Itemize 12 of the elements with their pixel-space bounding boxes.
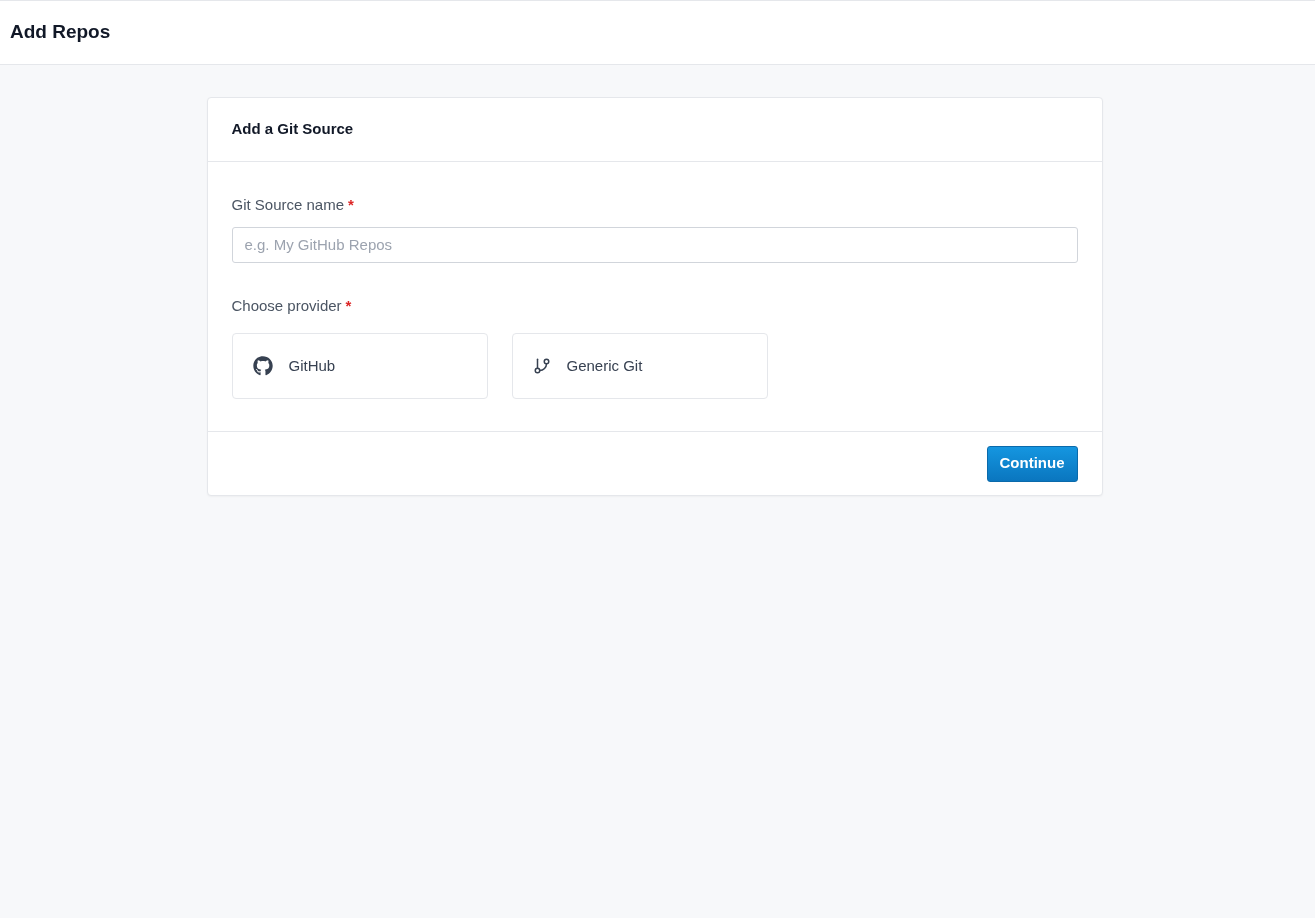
page-title: Add Repos	[10, 20, 111, 45]
provider-option[interactable]: Generic Git	[511, 333, 768, 399]
continue-button[interactable]: Continue	[986, 445, 1078, 482]
required-mark: *	[345, 295, 352, 316]
card-title: Add a Git Source	[231, 119, 354, 140]
provider-option[interactable]: GitHub	[231, 333, 488, 399]
input-field[interactable]: e.g. My GitHub Repos	[231, 226, 1078, 263]
branch-icon	[532, 357, 551, 375]
github-logo-icon	[252, 356, 273, 376]
required-mark: *	[348, 195, 354, 215]
field-label: Git Source name	[231, 195, 345, 215]
field-label: Choose provider	[231, 295, 342, 316]
